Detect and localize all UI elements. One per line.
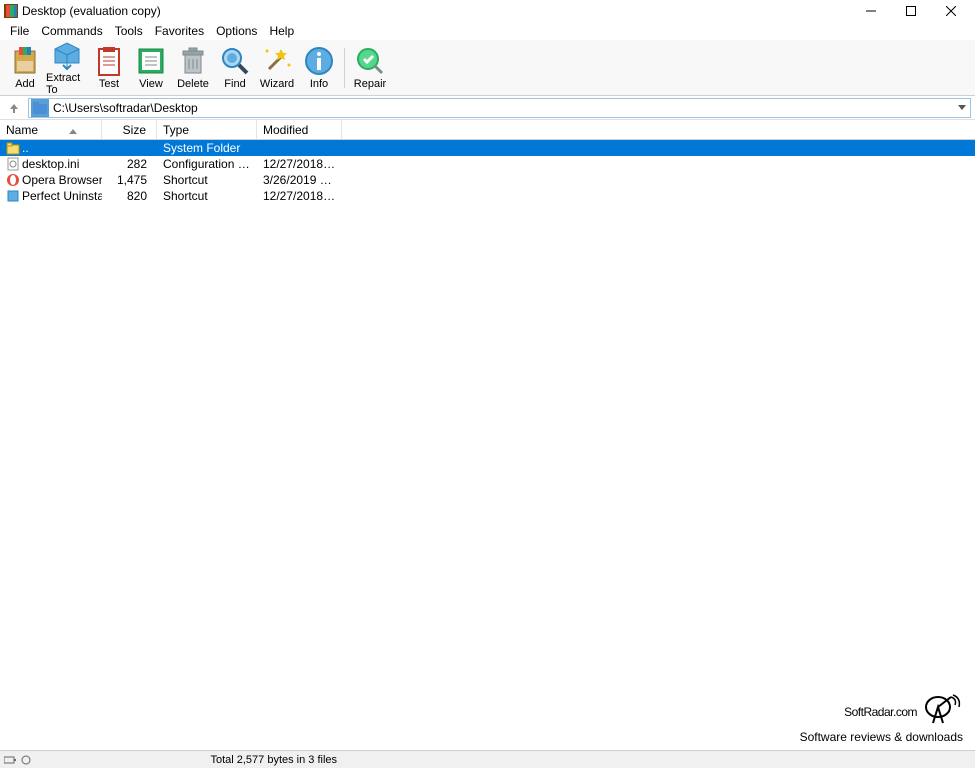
file-list[interactable]: .. System Folder desktop.ini 282 Configu… [0,140,975,204]
address-bar [0,96,975,120]
status-total: Total 2,577 bytes in 3 files [40,754,508,766]
menu-tools[interactable]: Tools [109,23,149,39]
add-icon [9,45,41,77]
find-icon [219,45,251,77]
view-label: View [139,78,163,90]
wizard-label: Wizard [260,78,294,90]
menu-commands[interactable]: Commands [35,23,108,39]
folder-up-icon [6,141,20,155]
radar-icon [923,693,963,730]
menu-file[interactable]: File [4,23,35,39]
status-bar: Total 2,577 bytes in 3 files [0,750,975,768]
repair-button[interactable]: Repair [349,42,391,94]
close-button[interactable] [931,0,971,22]
app-icon [4,4,18,18]
titlebar: Desktop (evaluation copy) [0,0,975,22]
address-input[interactable] [51,101,954,115]
test-icon [93,45,125,77]
repair-icon [354,45,386,77]
extract-button[interactable]: Extract To [46,42,88,94]
sort-arrow-icon [69,124,77,138]
delete-label: Delete [177,78,209,90]
wizard-button[interactable]: Wizard [256,42,298,94]
add-label: Add [15,78,35,90]
wizard-icon [261,45,293,77]
toolbar: Add Extract To Test View Delete Find Wiz… [0,40,975,96]
header-name[interactable]: Name [0,120,102,139]
find-button[interactable]: Find [214,42,256,94]
maximize-button[interactable] [891,0,931,22]
app-icon [6,189,20,203]
info-label: Info [310,78,328,90]
view-button[interactable]: View [130,42,172,94]
extract-icon [51,39,83,71]
list-item[interactable]: Perfect Uninstall... 820 Shortcut 12/27/… [0,188,975,204]
test-button[interactable]: Test [88,42,130,94]
list-item[interactable]: desktop.ini 282 Configuration setti... 1… [0,156,975,172]
menubar: File Commands Tools Favorites Options He… [0,22,975,40]
column-headers: Name Size Type Modified [0,120,975,140]
watermark: SoftRadar.com Software reviews & downloa… [800,693,963,744]
opera-icon [6,173,20,187]
up-button[interactable] [4,98,24,118]
toolbar-separator [344,48,345,88]
delete-icon [177,45,209,77]
info-button[interactable]: Info [298,42,340,94]
list-item[interactable]: Opera Browser.lnk 1,475 Shortcut 3/26/20… [0,172,975,188]
view-icon [135,45,167,77]
status-icons [0,755,40,765]
folder-icon [31,99,49,117]
watermark-text: SoftRadar.com [844,705,917,719]
repair-label: Repair [354,78,386,90]
menu-help[interactable]: Help [263,23,300,39]
window-title: Desktop (evaluation copy) [22,4,851,18]
header-size[interactable]: Size [102,120,157,139]
add-button[interactable]: Add [4,42,46,94]
find-label: Find [224,78,245,90]
menu-favorites[interactable]: Favorites [149,23,210,39]
ini-icon [6,157,20,171]
extract-label: Extract To [46,72,88,96]
menu-options[interactable]: Options [210,23,263,39]
address-dropdown[interactable] [954,105,970,111]
header-modified[interactable]: Modified [257,120,342,139]
address-field-wrap [28,98,971,118]
info-icon [303,45,335,77]
list-item[interactable]: .. System Folder [0,140,975,156]
test-label: Test [99,78,119,90]
header-type[interactable]: Type [157,120,257,139]
watermark-sub: Software reviews & downloads [800,730,963,744]
delete-button[interactable]: Delete [172,42,214,94]
minimize-button[interactable] [851,0,891,22]
